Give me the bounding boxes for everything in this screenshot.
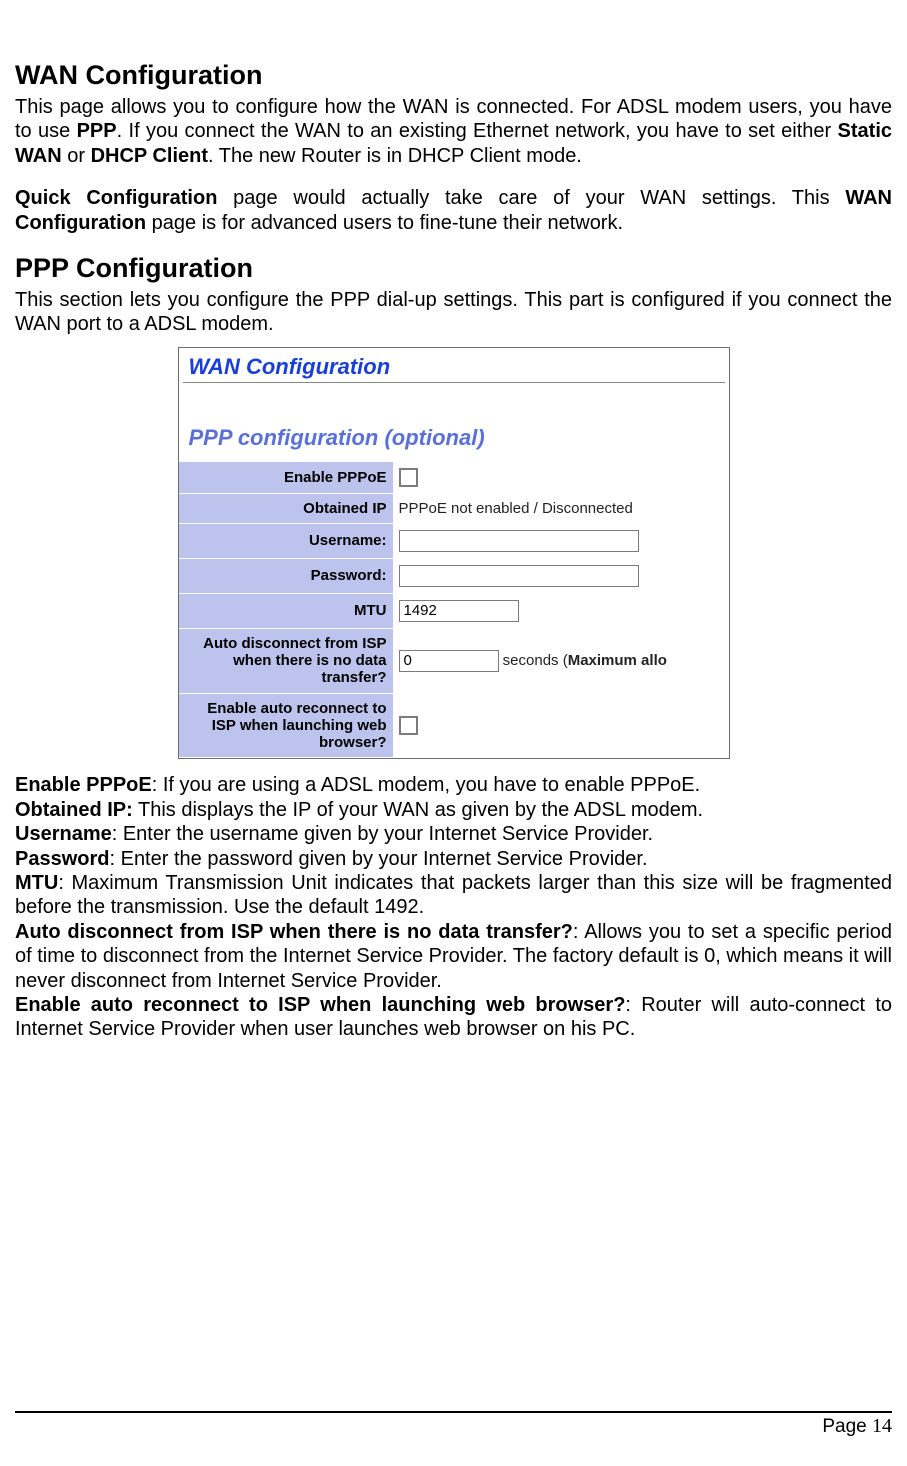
row-auto-reconnect: Enable auto reconnect to ISP when launch… — [179, 693, 729, 758]
auto-reconnect-checkbox[interactable] — [399, 716, 418, 735]
def-enable-pppoe: Enable PPPoE: If you are using a ADSL mo… — [15, 773, 892, 797]
def-auto-disc: Auto disconnect from ISP when there is n… — [15, 920, 892, 993]
footer-rule — [15, 1411, 892, 1413]
obtained-ip-value: PPPoE not enabled / Disconnected — [399, 500, 633, 517]
wan-config-heading: WAN Configuration — [15, 60, 892, 91]
bold-dhcp-client: DHCP Client — [91, 145, 208, 167]
row-username: Username: — [179, 523, 729, 558]
config-screenshot-wrap: WAN Configuration PPP configuration (opt… — [15, 347, 892, 760]
row-obtained-ip: Obtained IP PPPoE not enabled / Disconne… — [179, 493, 729, 523]
auto-disconnect-suffix: seconds ( — [499, 652, 568, 669]
config-table: Enable PPPoE Obtained IP PPPoE not enabl… — [179, 461, 729, 759]
label-auto-disconnect: Auto disconnect from ISP when there is n… — [179, 628, 393, 693]
def-term: Obtained IP: — [15, 799, 133, 821]
row-enable-pppoe: Enable PPPoE — [179, 461, 729, 493]
screenshot-main-title: WAN Configuration — [183, 350, 725, 383]
screenshot-sub-title: PPP configuration (optional) — [183, 383, 725, 461]
def-username: Username: Enter the username given by yo… — [15, 822, 892, 846]
document-page: WAN Configuration This page allows you t… — [0, 0, 907, 1466]
row-mtu: MTU — [179, 593, 729, 628]
def-term: Enable auto reconnect to ISP when launch… — [15, 994, 625, 1016]
def-desc: : If you are using a ADSL modem, you hav… — [152, 774, 700, 796]
label-enable-pppoe: Enable PPPoE — [179, 461, 393, 493]
def-term: Auto disconnect from ISP when there is n… — [15, 921, 573, 943]
label-mtu: MTU — [179, 593, 393, 628]
def-term: MTU — [15, 872, 58, 894]
def-desc: This displays the IP of your WAN as give… — [133, 799, 703, 821]
password-input[interactable] — [399, 565, 639, 587]
def-desc: : Enter the username given by your Inter… — [112, 823, 653, 845]
def-password: Password: Enter the password given by yo… — [15, 847, 892, 871]
row-auto-disconnect: Auto disconnect from ISP when there is n… — [179, 628, 729, 693]
auto-disconnect-input[interactable] — [399, 650, 499, 672]
username-input[interactable] — [399, 530, 639, 552]
auto-disconnect-suffix-bold: Maximum allo — [568, 652, 667, 669]
def-mtu: MTU: Maximum Transmission Unit indicates… — [15, 871, 892, 920]
text: page is for advanced users to fine-tune … — [146, 212, 623, 234]
def-term: Password — [15, 848, 109, 870]
row-password: Password: — [179, 558, 729, 593]
def-term: Username — [15, 823, 112, 845]
def-auto-recon: Enable auto reconnect to ISP when launch… — [15, 993, 892, 1042]
label-username: Username: — [179, 523, 393, 558]
page-num-value: 14 — [872, 1415, 892, 1437]
def-desc: : Enter the password given by your Inter… — [109, 848, 647, 870]
label-auto-reconnect: Enable auto reconnect to ISP when launch… — [179, 693, 393, 758]
page-footer: Page 14 — [15, 1411, 892, 1438]
enable-pppoe-checkbox[interactable] — [399, 468, 418, 487]
mtu-input[interactable] — [399, 600, 519, 622]
bold-ppp: PPP — [77, 120, 117, 142]
wan-para-1: This page allows you to configure how th… — [15, 95, 892, 168]
ppp-config-heading: PPP Configuration — [15, 253, 892, 284]
ppp-intro: This section lets you configure the PPP … — [15, 288, 892, 337]
label-password: Password: — [179, 558, 393, 593]
wan-para-2: Quick Configuration page would actually … — [15, 186, 892, 235]
text: . The new Router is in DHCP Client mode. — [208, 145, 582, 167]
def-desc: : Maximum Transmission Unit indicates th… — [15, 872, 892, 918]
def-term: Enable PPPoE — [15, 774, 152, 796]
page-number: Page 14 — [15, 1415, 892, 1438]
def-obtained-ip: Obtained IP: This displays the IP of you… — [15, 798, 892, 822]
text: or — [62, 145, 91, 167]
text: . If you connect the WAN to an existing … — [117, 120, 838, 142]
bold-quick-config: Quick Configuration — [15, 187, 217, 209]
text: page would actually take care of your WA… — [217, 187, 845, 209]
label-obtained-ip: Obtained IP — [179, 493, 393, 523]
config-screenshot: WAN Configuration PPP configuration (opt… — [178, 347, 730, 760]
page-label: Page — [822, 1416, 872, 1437]
definition-list: Enable PPPoE: If you are using a ADSL mo… — [15, 773, 892, 1041]
